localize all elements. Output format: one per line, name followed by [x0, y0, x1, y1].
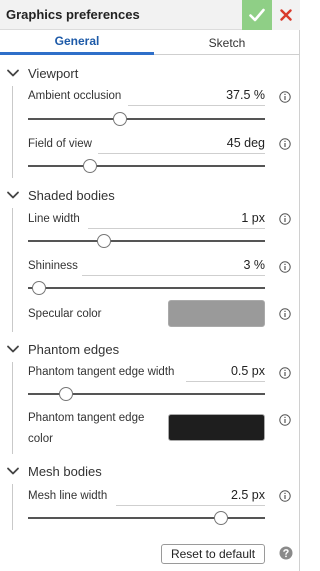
close-button[interactable]: [272, 0, 300, 30]
panel-title: Graphics preferences: [6, 7, 140, 22]
value-underline: [98, 153, 265, 154]
phantom-tangent-edge-width-slider[interactable]: [28, 386, 265, 402]
section-title: Mesh bodies: [28, 463, 102, 479]
section-header-mesh-bodies[interactable]: Mesh bodies: [6, 462, 102, 480]
line-width-label: Line width: [28, 213, 80, 225]
title-bar: Graphics preferences: [0, 0, 300, 30]
info-icon[interactable]: [279, 308, 291, 320]
reset-to-default-button[interactable]: Reset to default: [161, 544, 265, 564]
field-of-view-slider[interactable]: [28, 158, 265, 174]
specular-color-label: Specular color: [28, 308, 102, 320]
chevron-down-icon: [7, 191, 19, 199]
slider-thumb[interactable]: [214, 511, 229, 525]
slider-thumb[interactable]: [96, 234, 111, 248]
group-divider: [12, 362, 13, 454]
section-title: Shaded bodies: [28, 187, 115, 203]
chevron-down-icon: [7, 69, 19, 77]
info-icon[interactable]: [279, 367, 291, 379]
section-title: Phantom edges: [28, 341, 120, 357]
tab-bar: General Sketch: [0, 30, 300, 55]
shininess-value[interactable]: 3 %: [243, 258, 265, 272]
phantom-tangent-edge-color-label: Phantom tangent edge: [28, 412, 145, 424]
slider-track: [28, 165, 265, 167]
value-underline: [88, 228, 265, 229]
section-header-viewport[interactable]: Viewport: [6, 64, 78, 82]
phantom-tangent-edge-width-label: Phantom tangent edge width: [28, 366, 175, 378]
shininess-label: Shininess: [28, 260, 78, 272]
section-header-phantom-edges[interactable]: Phantom edges: [6, 340, 119, 358]
mesh-line-width-label: Mesh line width: [28, 490, 108, 502]
line-width-value[interactable]: 1 px: [241, 211, 265, 225]
value-underline: [82, 275, 265, 276]
checkmark-icon: [249, 8, 265, 22]
info-icon[interactable]: [279, 91, 291, 103]
section-title: Viewport: [28, 65, 79, 81]
help-icon[interactable]: [279, 546, 293, 560]
close-icon: [280, 9, 292, 21]
slider-thumb[interactable]: [31, 281, 46, 295]
chevron-down-icon: [7, 345, 19, 353]
field-of-view-value[interactable]: 45 deg: [227, 136, 265, 150]
value-underline: [116, 505, 265, 506]
line-width-slider[interactable]: [28, 233, 265, 249]
slider-track: [28, 517, 265, 519]
tab-general[interactable]: General: [0, 30, 154, 55]
tab-sketch[interactable]: Sketch: [154, 30, 300, 55]
mesh-line-width-value[interactable]: 2.5 px: [231, 488, 265, 502]
field-of-view-label: Field of view: [28, 138, 92, 150]
group-divider: [12, 484, 13, 530]
group-divider: [12, 86, 13, 178]
chevron-down-icon: [7, 467, 19, 475]
group-divider: [12, 208, 13, 332]
ambient-occlusion-label: Ambient occlusion: [28, 90, 122, 102]
value-underline: [186, 381, 265, 382]
phantom-tangent-edge-color-swatch[interactable]: [168, 414, 265, 441]
info-icon[interactable]: [279, 490, 291, 502]
slider-thumb[interactable]: [58, 387, 73, 401]
phantom-tangent-edge-color-label-2: color: [28, 433, 53, 445]
info-icon[interactable]: [279, 138, 291, 150]
value-underline: [128, 105, 265, 106]
section-header-shaded-bodies[interactable]: Shaded bodies: [6, 186, 115, 204]
info-icon[interactable]: [279, 213, 291, 225]
ambient-occlusion-value[interactable]: 37.5 %: [226, 88, 265, 102]
shininess-slider[interactable]: [28, 280, 265, 296]
info-icon[interactable]: [279, 414, 291, 426]
slider-thumb[interactable]: [113, 112, 128, 126]
specular-color-swatch[interactable]: [168, 300, 265, 327]
accept-button[interactable]: [242, 0, 272, 30]
graphics-preferences-panel: Graphics preferences General Sketch View…: [0, 0, 300, 571]
phantom-tangent-edge-width-value[interactable]: 0.5 px: [231, 364, 265, 378]
info-icon[interactable]: [279, 261, 291, 273]
slider-thumb[interactable]: [82, 159, 97, 173]
slider-track: [28, 240, 265, 242]
mesh-line-width-slider[interactable]: [28, 510, 265, 526]
slider-track: [28, 287, 265, 289]
slider-track: [28, 118, 265, 120]
ambient-occlusion-slider[interactable]: [28, 111, 265, 127]
